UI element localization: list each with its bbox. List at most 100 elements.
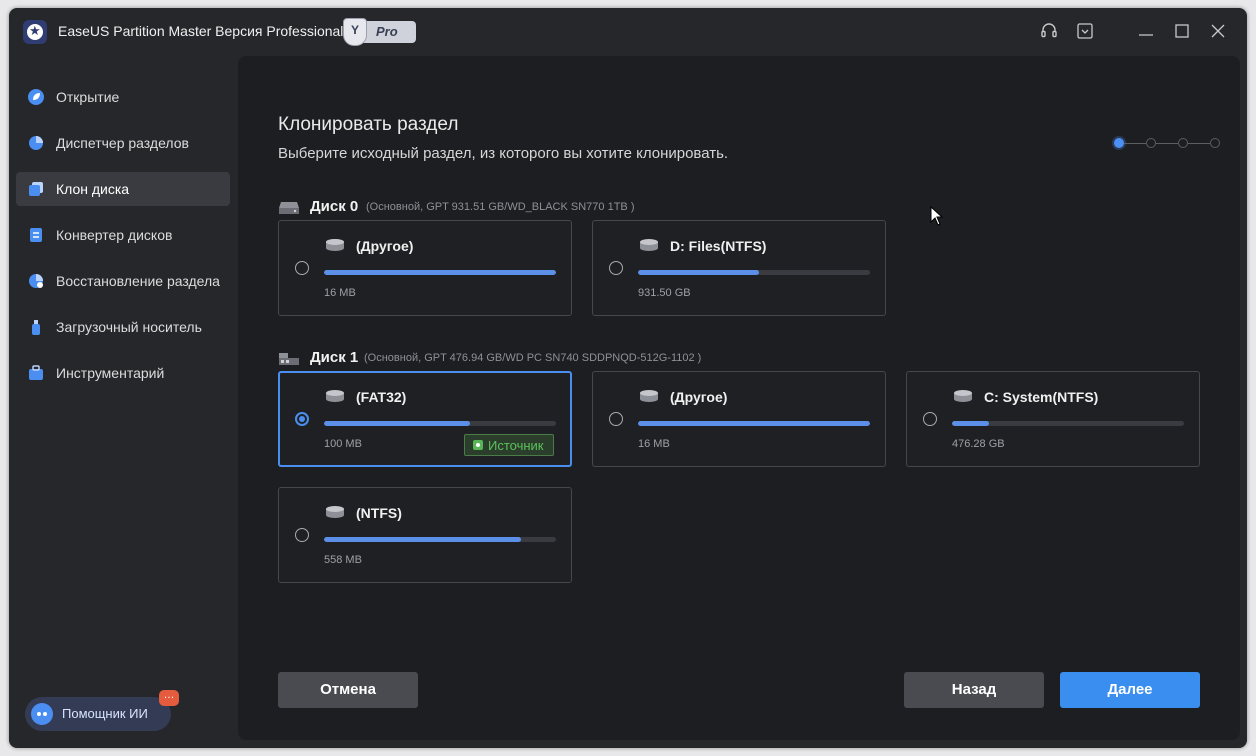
chat-bubble-icon: …: [159, 690, 179, 706]
leaf-icon: [28, 89, 44, 105]
robot-icon: [31, 703, 53, 725]
partition-size: 558 MB: [324, 554, 362, 566]
sidebar-item-partition-manager[interactable]: Диспетчер разделов: [16, 126, 230, 160]
partition-icon: [326, 239, 344, 251]
partition-name: (Другое): [670, 389, 728, 405]
app-logo-icon: [23, 20, 47, 44]
pro-label: Pro: [376, 24, 398, 39]
pro-badge[interactable]: Y Pro: [343, 18, 416, 46]
convert-icon: [30, 228, 42, 242]
app-window: EaseUS Partition Master Версия Professio…: [9, 8, 1247, 748]
partition-icon: [640, 239, 658, 251]
system-partition-icon: [954, 390, 972, 402]
usage-bar-fill: [638, 270, 759, 275]
partition-size: 16 MB: [324, 287, 356, 299]
usb-icon: [32, 320, 40, 335]
step-connector: [1156, 143, 1178, 144]
sidebar-item-disk-converter[interactable]: Конвертер дисков: [16, 218, 230, 252]
usage-bar-fill: [324, 421, 471, 426]
partition-name: D: Files(NTFS): [670, 238, 767, 254]
dropdown-menu-icon[interactable]: [1075, 22, 1095, 42]
sidebar-item-discover[interactable]: Открытие: [16, 80, 230, 114]
partition-size: 931.50 GB: [638, 287, 691, 299]
minimize-icon[interactable]: [1136, 22, 1156, 42]
partition-card[interactable]: D: Files(NTFS) 931.50 GB: [592, 220, 886, 316]
partition-size: 100 MB: [324, 438, 362, 450]
usage-bar: [324, 537, 556, 542]
sidebar-item-toolkit[interactable]: Инструментарий: [16, 356, 230, 390]
partition-name: C: System(NTFS): [984, 389, 1099, 405]
sidebar-item-label: Загрузочный носитель: [56, 319, 202, 335]
partition-card[interactable]: (NTFS) 558 MB: [278, 487, 572, 583]
sidebar-item-label: Диспетчер разделов: [56, 135, 189, 151]
cancel-button[interactable]: Отмена: [278, 672, 418, 708]
sidebar-item-bootable-media[interactable]: Загрузочный носитель: [16, 310, 230, 344]
recovery-icon: [29, 274, 43, 288]
partition-card[interactable]: (Другое) 16 MB: [592, 371, 886, 467]
partition-name: (NTFS): [356, 505, 402, 521]
title-bar: EaseUS Partition Master Версия Professio…: [9, 8, 1247, 56]
toolbox-icon: [29, 365, 43, 380]
partition-card[interactable]: (Другое) 16 MB: [278, 220, 572, 316]
ai-assistant-label: Помощник ИИ: [62, 706, 148, 721]
sidebar-item-label: Конвертер дисков: [56, 227, 173, 243]
usage-bar: [638, 270, 870, 275]
ssd-icon: [279, 353, 299, 365]
disk-name: Диск 0: [310, 198, 359, 215]
partition-icon: [326, 506, 344, 518]
sidebar-item-label: Инструментарий: [56, 365, 165, 381]
disk-name: Диск 1: [310, 349, 359, 366]
usage-bar-fill: [324, 537, 522, 542]
page-subtitle: Выберите исходный раздел, из которого вы…: [278, 145, 729, 162]
disk-info: (Основной, GPT 931.51 GB/WD_BLACK SN770 …: [366, 201, 635, 213]
source-badge: Источник: [464, 434, 554, 456]
next-button[interactable]: Далее: [1060, 672, 1200, 708]
partition-icon: [326, 390, 344, 402]
maximize-icon[interactable]: [1172, 22, 1192, 42]
usage-bar-fill: [952, 421, 990, 426]
partition-radio-checked[interactable]: [295, 412, 309, 426]
partition-name: (FAT32): [356, 389, 407, 405]
disk-info: (Основной, GPT 476.94 GB/WD PC SN740 SDD…: [364, 352, 702, 364]
partition-radio[interactable]: [609, 261, 623, 275]
sidebar-item-disk-clone[interactable]: Клон диска: [16, 172, 230, 206]
partition-size: 16 MB: [638, 438, 670, 450]
sidebar-item-label: Клон диска: [56, 181, 130, 197]
step-dot: [1178, 138, 1188, 148]
shield-icon: Y: [343, 18, 367, 46]
sidebar-item-label: Открытие: [56, 89, 120, 105]
partition-radio[interactable]: [609, 412, 623, 426]
sidebar-item-partition-recovery[interactable]: Восстановление раздела: [16, 264, 230, 298]
clone-icon: [29, 182, 43, 196]
page-title: Клонировать раздел: [278, 114, 459, 135]
usage-bar: [324, 270, 556, 275]
step-dot: [1210, 138, 1220, 148]
usage-bar: [952, 421, 1184, 426]
app-title: EaseUS Partition Master Версия Professio…: [58, 23, 344, 39]
partition-icon: [640, 390, 658, 402]
usage-bar-fill: [324, 270, 556, 275]
partition-size: 476.28 GB: [952, 438, 1005, 450]
partition-radio[interactable]: [923, 412, 937, 426]
step-dot: [1146, 138, 1156, 148]
usage-bar: [638, 421, 870, 426]
step-connector: [1188, 143, 1210, 144]
partition-card[interactable]: C: System(NTFS) 476.28 GB: [906, 371, 1200, 467]
partition-name: (Другое): [356, 238, 414, 254]
partition-card-selected[interactable]: (FAT32) 100 MB Источник: [278, 371, 572, 467]
close-icon[interactable]: [1208, 22, 1228, 42]
step-indicator: [1112, 137, 1222, 151]
source-badge-label: Источник: [488, 438, 544, 453]
step-connector: [1124, 143, 1146, 144]
back-button[interactable]: Назад: [904, 672, 1044, 708]
hard-disk-icon: [279, 202, 299, 214]
mouse-cursor-icon: [930, 206, 944, 226]
ai-assistant-button[interactable]: Помощник ИИ: [25, 697, 171, 731]
usage-bar: [324, 421, 556, 426]
main-panel: Клонировать раздел Выберите исходный раз…: [238, 56, 1240, 740]
partition-radio[interactable]: [295, 261, 309, 275]
headset-icon[interactable]: [1039, 22, 1059, 42]
source-icon: [473, 440, 483, 450]
partition-radio[interactable]: [295, 528, 309, 542]
step-dot: [1114, 138, 1124, 148]
